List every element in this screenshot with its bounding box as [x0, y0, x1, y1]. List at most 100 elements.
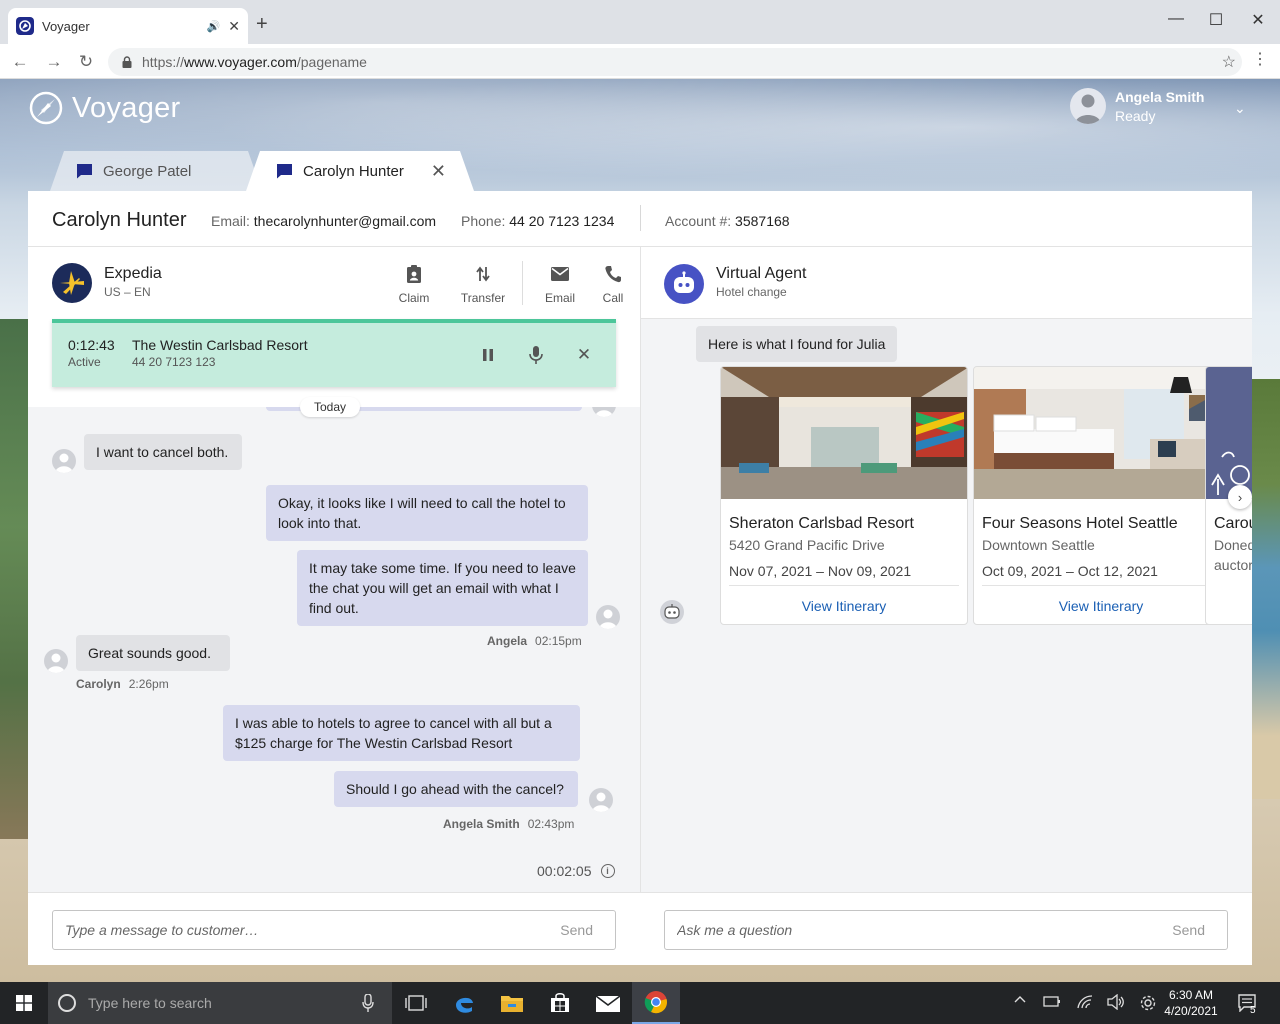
lock-icon	[122, 56, 132, 68]
email-button[interactable]: Email	[535, 263, 585, 305]
address-bar-row: ← → ↻ https://www.voyager.com/pagename ☆…	[0, 44, 1280, 79]
tray-chevron-up-icon[interactable]	[1014, 994, 1026, 1009]
back-arrow-icon[interactable]: ←	[10, 52, 30, 72]
call-duration: 0:12:43	[68, 337, 115, 353]
hotel-address: 5420 Grand Pacific Drive	[729, 537, 885, 553]
send-to-customer-button[interactable]: Send	[550, 922, 603, 938]
customer-avatar	[52, 449, 76, 473]
maximize-icon[interactable]: ☐	[1206, 10, 1226, 30]
browser-tab[interactable]: Voyager 🔊 ✕	[8, 8, 248, 44]
virtual-agent-pane: Virtual Agent Hotel change Here is what …	[641, 247, 1252, 892]
hotel-name: Carou	[1214, 515, 1252, 532]
message-bubble: It may take some time. If you need to le…	[297, 550, 588, 626]
new-tab-button[interactable]: +	[256, 14, 268, 34]
tab-george-patel[interactable]: George Patel	[50, 151, 262, 191]
info-icon[interactable]: i	[600, 864, 615, 878]
reload-icon[interactable]: ↻	[76, 52, 96, 72]
user-menu[interactable]: Angela Smith Ready	[1070, 88, 1204, 124]
chat-icon	[277, 164, 292, 179]
browser-menu-icon[interactable]: ⋮	[1252, 52, 1268, 68]
bookmark-star-icon[interactable]: ☆	[1222, 52, 1236, 72]
microsoft-store-icon[interactable]	[536, 982, 584, 1024]
close-tab-icon[interactable]: ✕	[431, 161, 446, 182]
task-view-icon[interactable]	[392, 982, 440, 1024]
message-bubble: Okay, it looks like I will need to call …	[266, 485, 588, 541]
customer-phone: Phone: 44 20 7123 1234	[461, 213, 615, 229]
hotel-placeholder-image	[1206, 367, 1252, 499]
speaker-icon[interactable]: 🔊	[207, 20, 221, 33]
carousel-next-chevron-icon[interactable]: ›	[1228, 485, 1252, 509]
expedia-logo	[52, 263, 92, 303]
cortana-icon	[58, 994, 76, 1012]
virtual-agent-question-input[interactable]	[677, 922, 1163, 938]
volume-icon[interactable]	[1107, 993, 1125, 1013]
message-meta: Angela Smith 02:43pm	[443, 817, 575, 831]
customer-message-input[interactable]	[65, 922, 551, 938]
hotel-dates: Nov 07, 2021 – Nov 09, 2021	[729, 563, 959, 586]
user-avatar	[1070, 88, 1106, 124]
minimize-icon[interactable]: —	[1166, 10, 1186, 28]
taskbar-clock[interactable]: 6:30 AM 4/20/2021	[1160, 987, 1222, 1019]
date-divider: Today	[300, 397, 361, 417]
bot-avatar-icon	[660, 600, 684, 624]
view-itinerary-link[interactable]: View Itinerary	[721, 598, 967, 614]
header-divider	[640, 205, 641, 231]
channel-header: Expedia US – EN Claim Transfer Email Cal…	[28, 247, 640, 407]
message-bubble: I was able to hotels to agree to cancel …	[223, 705, 580, 761]
actions-divider	[522, 261, 523, 305]
active-call-banner: 0:12:43 Active The Westin Carlsbad Resor…	[52, 319, 616, 387]
edge-browser-icon[interactable]	[440, 982, 488, 1024]
notification-count: 5	[1250, 1005, 1256, 1016]
channel-locale: US – EN	[104, 285, 151, 299]
hotel-dates: Oct 09, 2021 – Oct 12, 2021	[982, 563, 1220, 586]
mail-icon[interactable]	[584, 982, 632, 1024]
hotel-address: Downtown Seattle	[982, 537, 1095, 553]
forward-arrow-icon[interactable]: →	[44, 52, 64, 72]
settings-gear-icon[interactable]	[1139, 994, 1157, 1015]
window-close-icon[interactable]: ✕	[1248, 10, 1268, 30]
view-itinerary-link[interactable]: View Itinerary	[974, 598, 1228, 614]
battery-icon[interactable]	[1043, 994, 1061, 1011]
brand-name: Voyager	[72, 91, 181, 124]
clock-time: 6:30 AM	[1168, 988, 1214, 1002]
windows-start-icon[interactable]	[0, 982, 48, 1024]
call-name: The Westin Carlsbad Resort	[132, 337, 308, 353]
wifi-icon[interactable]	[1076, 994, 1094, 1013]
tab-carolyn-hunter[interactable]: Carolyn Hunter ✕	[246, 151, 474, 191]
voyager-logo[interactable]: Voyager	[28, 90, 181, 126]
hotel-card[interactable]: Four Seasons Hotel Seattle Downtown Seat…	[973, 366, 1229, 625]
hotel-card[interactable]: Sheraton Carlsbad Resort 5420 Grand Paci…	[720, 366, 968, 625]
message-meta: Angela 02:15pm	[487, 634, 582, 648]
pause-icon[interactable]	[478, 345, 498, 365]
robot-icon	[664, 264, 704, 304]
customer-email: Email: thecarolynhunter@gmail.com	[211, 213, 437, 229]
file-explorer-icon[interactable]	[488, 982, 536, 1024]
customer-header: Carolyn Hunter Email: thecarolynhunter@g…	[28, 191, 1252, 247]
channel-name: Expedia	[104, 265, 162, 282]
hang-up-close-icon[interactable]: ✕	[574, 345, 594, 365]
hotel-name: Sheraton Carlsbad Resort	[729, 515, 914, 532]
taskbar-microphone-icon[interactable]	[362, 993, 374, 1017]
call-button[interactable]: Call	[588, 263, 638, 305]
chat-icon	[77, 164, 92, 179]
url-bar[interactable]: https://www.voyager.com/pagename ☆	[108, 48, 1242, 76]
call-phone: 44 20 7123 123	[132, 355, 216, 369]
clock-date: 4/20/2021	[1164, 1004, 1218, 1018]
virtual-agent-name: Virtual Agent	[716, 265, 807, 282]
envelope-icon	[551, 267, 569, 281]
agent-message-bubble: Here is what I found for Julia	[696, 326, 898, 362]
tab-close-icon[interactable]: ✕	[228, 18, 240, 35]
hotel-name: Four Seasons Hotel Seattle	[982, 515, 1178, 532]
microphone-icon[interactable]	[526, 345, 546, 365]
chevron-down-icon[interactable]: ⌄	[1234, 100, 1246, 117]
tab-label: Carolyn Hunter	[303, 162, 404, 180]
customer-message-box: Send	[52, 910, 616, 950]
taskbar-search-box[interactable]: Type here to search	[48, 982, 392, 1024]
chrome-icon[interactable]	[632, 982, 680, 1024]
customer-account: Account #: 3587168	[665, 213, 790, 229]
claim-button[interactable]: Claim	[389, 263, 439, 305]
tab-label: George Patel	[103, 162, 192, 180]
transfer-button[interactable]: Transfer	[458, 263, 508, 305]
clipboard-user-icon	[407, 265, 421, 283]
send-to-agent-button[interactable]: Send	[1162, 922, 1215, 938]
